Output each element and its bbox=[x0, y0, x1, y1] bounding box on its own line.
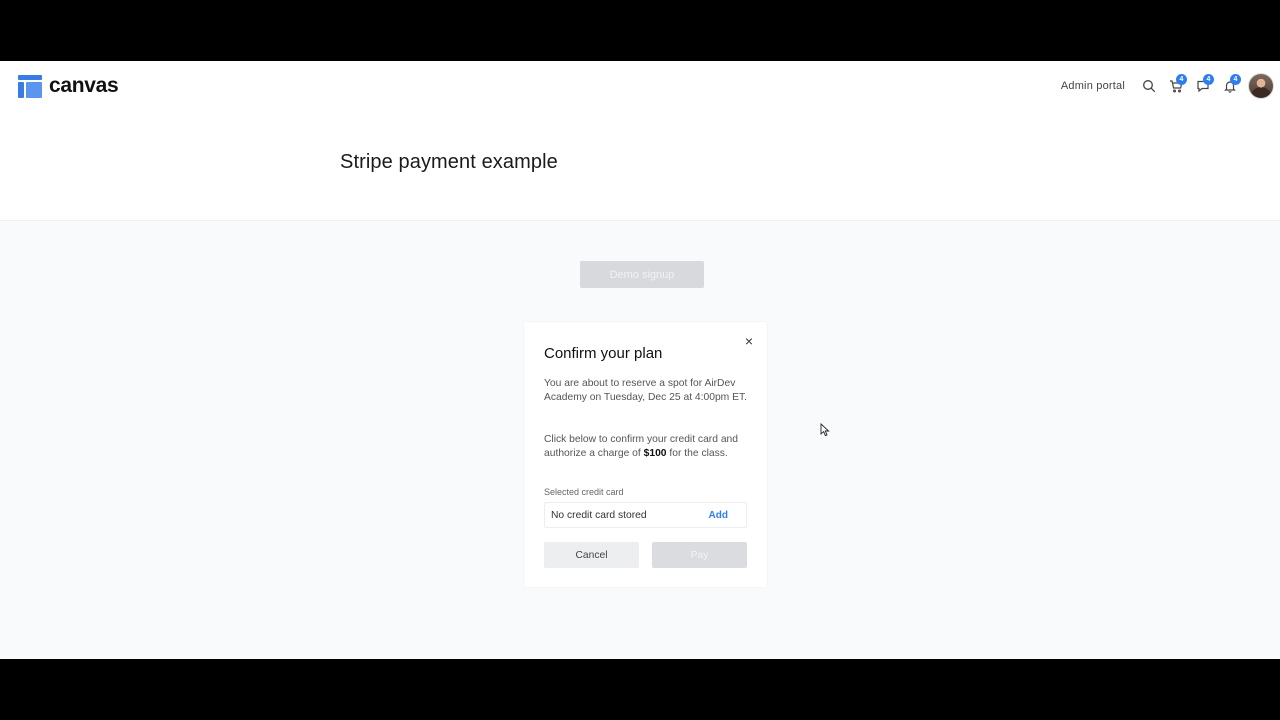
mouse-cursor-icon bbox=[820, 423, 830, 437]
modal-title: Confirm your plan bbox=[544, 345, 663, 362]
page-title: Stripe payment example bbox=[340, 151, 558, 173]
demo-signup-button[interactable]: Demo signup bbox=[580, 261, 704, 288]
cart-button[interactable]: 4 bbox=[1162, 71, 1189, 101]
header-actions: Admin portal 4 4 4 bbox=[1061, 71, 1280, 101]
search-button[interactable] bbox=[1135, 71, 1162, 101]
logo-text: canvas bbox=[49, 74, 119, 97]
cart-badge: 4 bbox=[1176, 74, 1187, 85]
messages-badge: 4 bbox=[1203, 74, 1214, 85]
search-icon bbox=[1142, 80, 1155, 93]
credit-card-field: No credit card stored Add bbox=[544, 502, 747, 528]
letterbox-top bbox=[0, 0, 1280, 61]
close-icon[interactable]: × bbox=[742, 334, 756, 348]
page-header: Stripe payment example bbox=[0, 111, 1280, 221]
notifications-badge: 4 bbox=[1230, 74, 1241, 85]
messages-button[interactable]: 4 bbox=[1189, 71, 1216, 101]
charge-amount: $100 bbox=[643, 448, 667, 460]
cancel-button[interactable]: Cancel bbox=[544, 542, 639, 568]
credit-card-value: No credit card stored bbox=[551, 510, 647, 521]
user-avatar[interactable] bbox=[1248, 73, 1274, 99]
reservation-text: You are about to reserve a spot for AirD… bbox=[544, 378, 747, 404]
app-window: canvas Admin portal 4 4 4 Stripe payment… bbox=[0, 61, 1280, 659]
canvas-logo-icon bbox=[18, 74, 42, 98]
canvas-logo[interactable]: canvas bbox=[18, 74, 119, 98]
selected-card-label: Selected credit card bbox=[544, 487, 624, 497]
add-card-link[interactable]: Add bbox=[709, 510, 728, 521]
confirm-plan-modal: × Confirm your plan You are about to res… bbox=[524, 322, 767, 587]
authorization-text-after: for the class. bbox=[666, 448, 728, 460]
notifications-button[interactable]: 4 bbox=[1216, 71, 1243, 101]
admin-portal-link[interactable]: Admin portal bbox=[1061, 80, 1125, 92]
top-navbar: canvas Admin portal 4 4 4 bbox=[0, 61, 1280, 111]
authorization-text: Click below to confirm your credit card … bbox=[544, 433, 754, 462]
letterbox-bottom bbox=[0, 659, 1280, 720]
page-content: Demo signup × Confirm your plan You are … bbox=[0, 221, 1280, 659]
pay-button[interactable]: Pay bbox=[652, 542, 747, 568]
